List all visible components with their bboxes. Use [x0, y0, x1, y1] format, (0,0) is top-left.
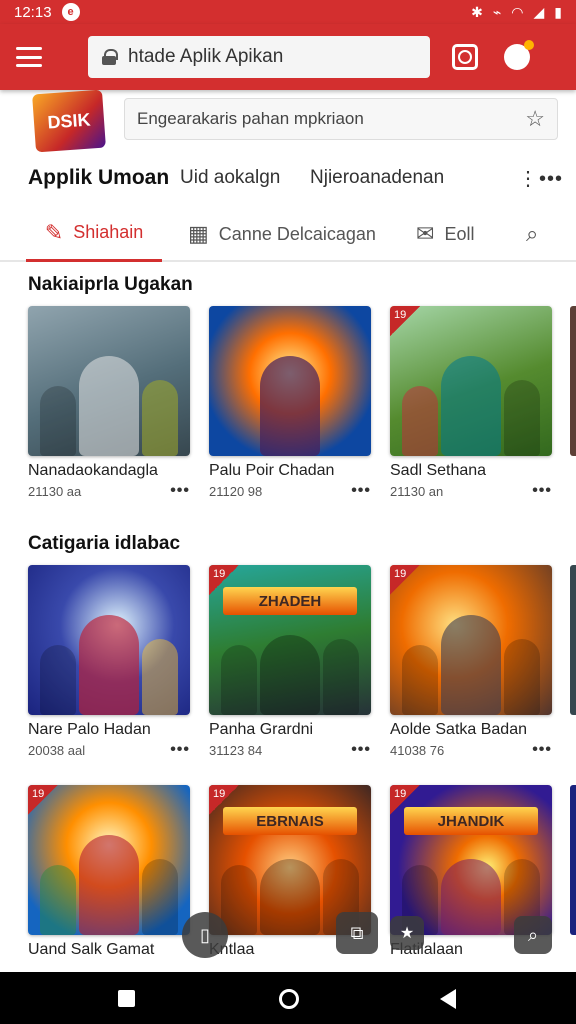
app-card[interactable]: Nare Palo Hadan 20038 aal •••: [28, 565, 190, 759]
tab-label: Eoll: [444, 223, 475, 244]
app-thumbnail: [209, 306, 371, 456]
app-thumbnail: [28, 565, 190, 715]
back-icon[interactable]: [440, 989, 456, 1009]
more-options-icon[interactable]: •••: [170, 482, 190, 500]
home-icon[interactable]: [279, 989, 299, 1009]
more-icon[interactable]: ⋮•••: [518, 166, 563, 191]
calendar-icon: ▦: [188, 221, 209, 246]
app-card[interactable]: Nanadaokandagla 21130 aa •••: [28, 306, 190, 500]
star-icon[interactable]: ☆: [525, 106, 545, 132]
system-nav-bar: [0, 972, 576, 1024]
app-thumbnail: 19 ZHADEH: [209, 565, 371, 715]
card-title: Palu Poir Chadan: [209, 462, 335, 479]
more-options-icon[interactable]: •••: [351, 741, 371, 759]
partial-card[interactable]: [570, 785, 576, 935]
wifi-icon: ◠: [511, 3, 524, 20]
url-text: htade Aplik Apikan: [128, 46, 284, 67]
vibrate-icon: ⌁: [492, 3, 502, 20]
more-options-icon[interactable]: •••: [170, 741, 190, 759]
app-card[interactable]: 19 Aolde Satka Badan 41038 76 •••: [390, 565, 552, 759]
status-icons: ✱ ⌁ ◠ ◢ ▮: [471, 4, 562, 21]
clipboard-icon[interactable]: ▯: [182, 912, 228, 958]
nav-link-1[interactable]: Uid aokalgn: [180, 167, 280, 189]
age-badge: 19: [390, 565, 420, 595]
app-thumbnail: 19: [28, 785, 190, 935]
site-header: DSIK Engearakaris pahan mpkriaon ☆: [0, 89, 576, 153]
card-meta: 21130 an: [390, 483, 444, 499]
image-icon[interactable]: ⧉: [336, 912, 378, 954]
site-nav: Applik Umoan Uid aokalgn Njieroanadenan …: [0, 160, 576, 196]
site-search-placeholder: Engearakaris pahan mpkriaon: [137, 109, 364, 128]
game-logo: ZHADEH: [223, 587, 357, 615]
section-title: Catigaria idlabac: [28, 533, 181, 554]
site-search-input[interactable]: Engearakaris pahan mpkriaon ☆: [124, 98, 558, 140]
address-bar[interactable]: htade Aplik Apikan: [88, 36, 430, 78]
more-options-icon[interactable]: •••: [351, 482, 371, 500]
more-options-icon[interactable]: •••: [532, 482, 552, 500]
card-meta: 20038 aal: [28, 742, 86, 758]
app-thumbnail: 19: [390, 306, 552, 456]
card-title: Panha Grardni: [209, 721, 314, 738]
tabs-icon[interactable]: [452, 44, 478, 70]
partial-card[interactable]: [570, 306, 576, 456]
nav-link-2[interactable]: Njieroanadenan: [310, 167, 444, 189]
notification-icon: e: [61, 3, 80, 21]
app-card[interactable]: 19 Sadl Sethana 21130 an •••: [390, 306, 552, 500]
nav-title[interactable]: Applik Umoan: [28, 166, 169, 190]
status-bar: 12:13 e ✱ ⌁ ◠ ◢ ▮: [0, 0, 576, 24]
status-time: 12:13: [14, 3, 52, 21]
mail-icon: ✉: [416, 221, 435, 246]
card-title: Uand Salk Gamat: [28, 941, 155, 958]
card-meta: 41038 76: [390, 742, 445, 758]
app-card[interactable]: 19 ZHADEH Panha Grardni 31123 84 •••: [209, 565, 371, 759]
search-icon[interactable]: ⌕: [526, 206, 538, 262]
recents-icon[interactable]: [118, 990, 135, 1007]
lock-icon: [102, 49, 118, 65]
section-title: Nakiaiprla Ugakan: [28, 274, 193, 295]
battery-icon: ▮: [554, 3, 562, 20]
signal-icon: ◢: [533, 3, 545, 20]
menu-icon[interactable]: [16, 47, 42, 67]
card-meta: 31123 84: [209, 742, 263, 758]
app-thumbnail: 19: [390, 565, 552, 715]
bluetooth-icon: ✱: [471, 3, 483, 20]
card-title: Nare Palo Hadan: [28, 721, 151, 738]
card-title: Sadl Sethana: [390, 462, 487, 479]
pencil-icon: ✎: [44, 219, 64, 245]
app-card[interactable]: 19 Uand Salk Gamat: [28, 785, 190, 959]
tab-eoll[interactable]: ✉ Eoll: [416, 206, 474, 262]
site-logo[interactable]: DSIK: [32, 89, 106, 153]
star-icon[interactable]: ★: [390, 916, 424, 950]
more-options-icon[interactable]: •••: [532, 741, 552, 759]
tab-label: Canne Delcaicagan: [218, 223, 376, 244]
card-meta: 21120 98: [209, 483, 263, 499]
age-badge: 19: [28, 785, 58, 815]
tab-bar: ✎ Shiahain ▦ Canne Delcaicagan ✉ Eoll ⌕: [0, 206, 576, 262]
browser-toolbar: htade Aplik Apikan: [0, 24, 576, 90]
game-logo: EBRNAIS: [223, 807, 357, 835]
app-card[interactable]: Palu Poir Chadan 21120 98 •••: [209, 306, 371, 500]
card-title: Nanadaokandagla: [28, 462, 158, 479]
tab-label: Shiahain: [73, 222, 144, 242]
partial-card[interactable]: [570, 565, 576, 715]
card-title: Aolde Satka Badan: [390, 721, 527, 738]
game-logo: JHANDIK: [404, 807, 538, 835]
card-meta: 21130 aa: [28, 483, 82, 499]
profile-icon[interactable]: [504, 40, 534, 70]
app-thumbnail: [28, 306, 190, 456]
tab-shiahain[interactable]: ✎ Shiahain: [26, 206, 162, 262]
app-thumbnail: 19 JHANDIK: [390, 785, 552, 935]
search-icon[interactable]: ⌕: [514, 916, 552, 954]
tab-canne-delcaicagan[interactable]: ▦ Canne Delcaicagan: [188, 206, 376, 262]
age-badge: 19: [390, 306, 420, 336]
